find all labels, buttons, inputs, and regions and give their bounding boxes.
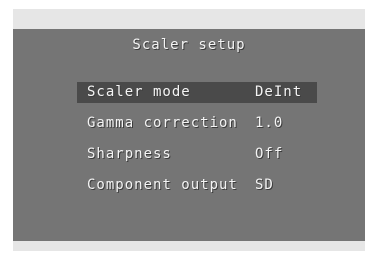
menu-item-scaler-mode[interactable]: Scaler mode DeInt <box>77 82 317 103</box>
menu-item-component-output[interactable]: Component output SD <box>77 175 317 196</box>
bottom-band <box>13 241 365 251</box>
top-band <box>13 9 365 29</box>
menu-item-label: Component output <box>87 177 238 193</box>
settings-menu: Scaler mode DeInt Gamma correction 1.0 S… <box>77 82 317 206</box>
menu-item-sharpness[interactable]: Sharpness Off <box>77 144 317 165</box>
osd-menu-panel: Scaler setup Scaler mode DeInt Gamma cor… <box>13 29 365 241</box>
menu-item-gamma-correction[interactable]: Gamma correction 1.0 <box>77 113 317 134</box>
menu-item-value: SD <box>255 177 274 193</box>
menu-item-label: Scaler mode <box>87 84 191 100</box>
menu-item-label: Sharpness <box>87 146 172 162</box>
menu-title: Scaler setup <box>132 37 246 53</box>
menu-item-label: Gamma correction <box>87 115 238 131</box>
menu-item-value: Off <box>255 146 284 162</box>
menu-item-value: 1.0 <box>255 115 284 131</box>
menu-item-value: DeInt <box>255 84 303 100</box>
tv-screen: Scaler setup Scaler mode DeInt Gamma cor… <box>0 0 377 260</box>
